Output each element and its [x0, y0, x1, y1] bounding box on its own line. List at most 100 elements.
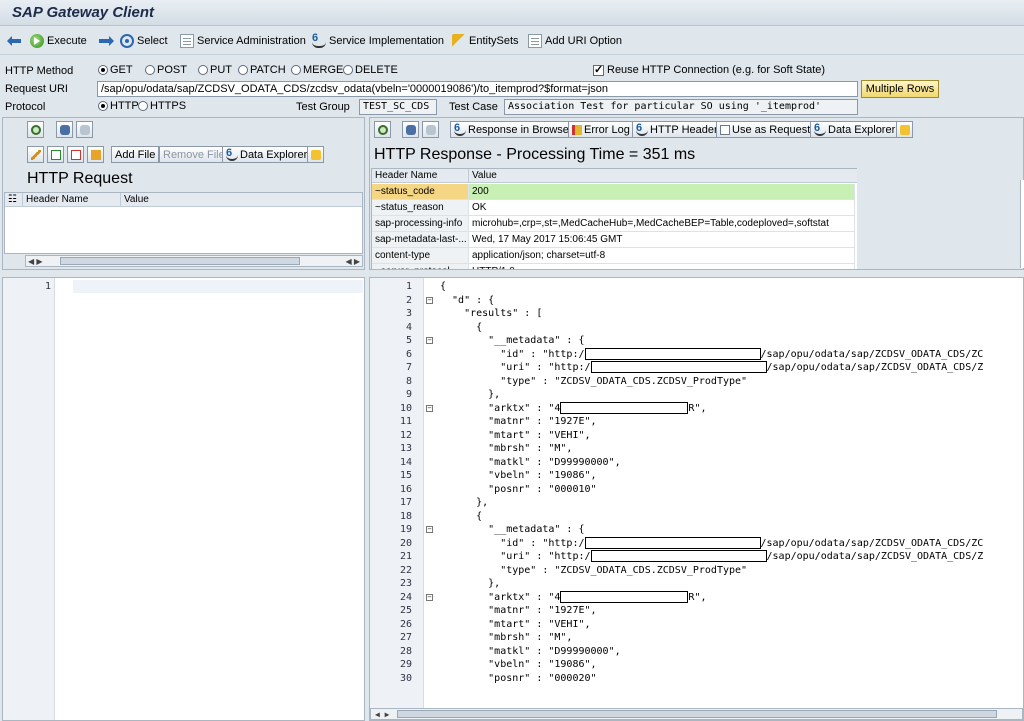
scroll-arrows-icon[interactable]: ◀ ▶: [375, 710, 389, 719]
response-find-button[interactable]: [374, 121, 391, 138]
code-text: {: [440, 281, 447, 292]
forward-button[interactable]: [98, 33, 114, 49]
import-button[interactable]: [87, 146, 104, 163]
code-line: {: [440, 280, 446, 294]
service-administration-button[interactable]: Service Administration: [180, 33, 306, 49]
header-name-cell: sap-metadata-last-...: [372, 232, 469, 248]
execute-button[interactable]: Execute: [30, 33, 87, 49]
code-text: "id" : "http:/: [440, 537, 585, 549]
find-icon: [30, 124, 41, 135]
find-button[interactable]: [27, 121, 44, 138]
table-settings-icon[interactable]: ☷: [5, 193, 23, 207]
error-log-icon: [572, 124, 582, 135]
service-implementation-button[interactable]: Service Implementation: [312, 32, 444, 49]
fold-toggle-icon[interactable]: −: [426, 526, 433, 533]
reuse-connection-checkbox[interactable]: Reuse HTTP Connection (e.g. for Soft Sta…: [593, 63, 825, 76]
edit-button[interactable]: [27, 146, 44, 163]
header-value-cell: microhub=,crp=,st=,MedCacheHub=,MedCache…: [469, 216, 855, 232]
add-file-button[interactable]: Add File: [111, 146, 160, 163]
radio-dot: [343, 65, 353, 75]
code-text: R",: [688, 591, 707, 603]
line-number: 6: [405, 348, 412, 360]
response-search-button[interactable]: [402, 121, 419, 138]
multiple-rows-button[interactable]: Multiple Rows: [861, 80, 939, 98]
line-number: 25: [399, 605, 412, 616]
method-radio-post[interactable]: POST: [145, 64, 187, 76]
request-col-header-name: Header Name: [23, 193, 121, 207]
radio-dot: [238, 65, 248, 75]
entitysets-button[interactable]: EntitySets: [452, 33, 519, 49]
protocol-radio-https[interactable]: HTTPS: [138, 100, 186, 112]
response-search-next-button[interactable]: [422, 121, 439, 138]
select-button[interactable]: Select: [120, 33, 168, 49]
method-radio-merge[interactable]: MERGE: [291, 64, 343, 76]
remove-file-button[interactable]: Remove File: [159, 146, 229, 163]
request-uri-label: Request URI: [5, 83, 68, 95]
response-data-explorer-button[interactable]: Data Explorer: [810, 121, 900, 138]
method-radio-label: PUT: [210, 64, 232, 76]
delete-row-button[interactable]: [67, 146, 84, 163]
code-text: "mbrsh" : "M",: [440, 443, 573, 454]
use-as-request-button[interactable]: Use as Request: [716, 121, 815, 138]
binoculars-icon: [59, 124, 70, 135]
export-icon: [899, 124, 910, 135]
code-text: "type" : "ZCDSV_ODATA_CDS.ZCDSV_ProdType…: [440, 564, 748, 576]
code-text: "posnr" : "000010": [440, 483, 597, 495]
radio-dot: [138, 101, 148, 111]
back-button[interactable]: [7, 33, 24, 49]
fold-toggle-icon[interactable]: −: [426, 296, 433, 304]
request-uri-input[interactable]: /sap/opu/odata/sap/ZCDSV_ODATA_CDS/zcdsv…: [97, 81, 858, 97]
add-file-label: Add File: [115, 148, 156, 161]
test-group-field[interactable]: TEST_SC_CDS: [359, 99, 437, 115]
scroll-left-icon[interactable]: ◀ ▶: [28, 257, 43, 266]
code-text: "d" : {: [440, 294, 495, 306]
error-log-button[interactable]: Error Log: [568, 121, 634, 138]
code-line: "results" : [: [440, 307, 542, 321]
redacted-box: [590, 550, 767, 562]
scroll-thumb[interactable]: [397, 710, 997, 718]
code-line: "posnr" : "000020": [440, 672, 596, 686]
search-button[interactable]: [56, 121, 73, 138]
code-line: "matkl" : "D99990000",: [440, 456, 621, 470]
response-table-scrollbar[interactable]: [1020, 180, 1024, 268]
code-text: "matkl" : "D99990000",: [440, 456, 621, 468]
response-in-browser-button[interactable]: Response in Browser: [450, 121, 577, 138]
code-line: "__metadata" : {: [440, 334, 584, 348]
test-case-field[interactable]: Association Test for particular SO using…: [504, 99, 858, 115]
fold-toggle-icon[interactable]: −: [426, 404, 433, 412]
protocol-radio-label: HTTP: [110, 100, 139, 112]
code-line: "id" : "http:/ /sap/opu/odata/sap/ZCDSV_O…: [440, 347, 983, 362]
http-header-button[interactable]: HTTP Header: [632, 121, 722, 138]
select-label: Select: [137, 35, 168, 47]
request-table-scrollbar[interactable]: ◀ ▶ ◀ ▶: [25, 255, 363, 267]
add-uri-option-button[interactable]: Add URI Option: [528, 33, 622, 49]
method-radio-patch[interactable]: PATCH: [238, 64, 286, 76]
pencil-icon: [30, 149, 41, 160]
http-request-title: HTTP Request: [27, 170, 133, 187]
request-data-explorer-button[interactable]: Data Explorer: [222, 146, 312, 163]
response-export-button[interactable]: [896, 121, 913, 138]
insert-row-icon: [50, 149, 61, 160]
protocol-radio-http[interactable]: HTTP: [98, 100, 139, 112]
method-radio-delete[interactable]: DELETE: [343, 64, 398, 76]
scroll-right-icon[interactable]: ◀ ▶: [345, 257, 360, 266]
method-radio-get[interactable]: GET: [98, 64, 133, 76]
scroll-thumb[interactable]: [60, 257, 300, 265]
insert-row-button[interactable]: [47, 146, 64, 163]
fold-toggle-icon[interactable]: −: [426, 593, 433, 601]
response-editor-scrollbar[interactable]: ◀ ▶: [370, 708, 1023, 720]
request-col-value: Value: [121, 193, 362, 207]
search-next-button[interactable]: [76, 121, 93, 138]
radio-dot: [291, 65, 301, 75]
line-number: 27: [399, 632, 412, 643]
export-button[interactable]: [307, 146, 324, 163]
line-number: 21: [399, 551, 412, 562]
code-text: },: [440, 497, 489, 508]
line-number: 5: [405, 335, 412, 346]
glasses-icon: [454, 122, 466, 136]
method-radio-put[interactable]: PUT: [198, 64, 232, 76]
fold-toggle-icon[interactable]: −: [426, 337, 433, 344]
response-body-editor[interactable]: 1 {2 − "d" : {3 "results" : [4 {5 − "__meta…: [369, 277, 1024, 721]
request-body-editor[interactable]: 1: [2, 277, 365, 721]
line-number: 9: [405, 389, 412, 400]
